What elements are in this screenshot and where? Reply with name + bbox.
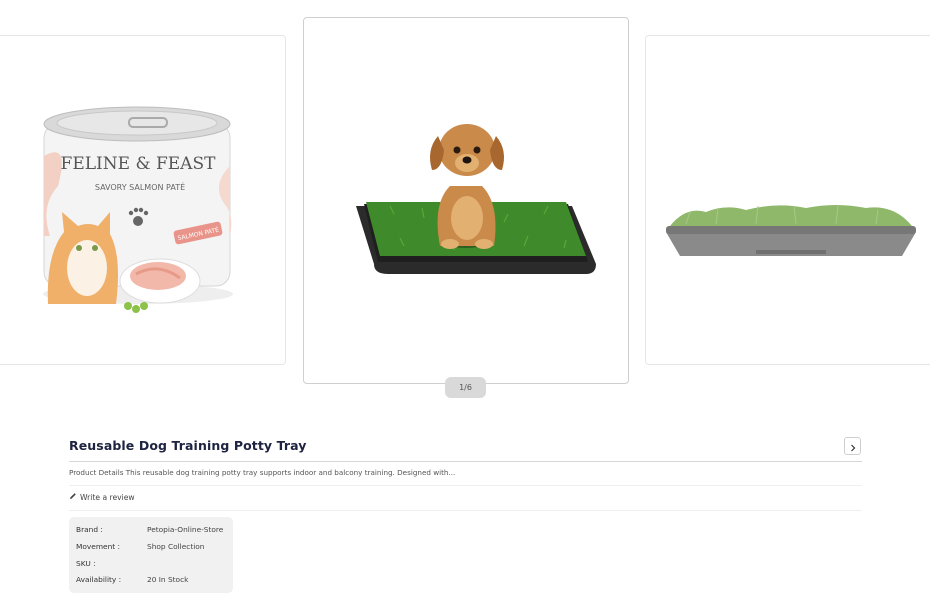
details-divider — [69, 485, 862, 486]
title-divider — [69, 461, 862, 462]
carousel-slide-grass-tray[interactable] — [645, 35, 930, 365]
can-brand-text: FELINE & FEAST — [61, 154, 217, 174]
review-divider — [69, 510, 862, 511]
grass-tray-side-image — [666, 205, 916, 256]
carousel-slide-potty-tray-puppy[interactable] — [303, 17, 629, 384]
write-review-link[interactable]: Write a review — [69, 492, 135, 502]
spec-value: 20 In Stock — [147, 575, 189, 584]
spec-value: Shop Collection — [147, 542, 205, 551]
carousel-pager-indicator: 1/6 — [445, 377, 486, 398]
spec-label: Availability : — [76, 575, 122, 584]
carousel-slide-cat-food[interactable]: FELINE & FEAST SAVORY SALMON PATÉ SALMON… — [0, 35, 286, 365]
potty-tray-puppy-image — [356, 124, 596, 274]
product-details-text: Product Details This reusable dog traini… — [69, 468, 456, 477]
product-image-carousel[interactable]: FELINE & FEAST SAVORY SALMON PATÉ SALMON… — [0, 0, 930, 400]
spec-label: Brand : — [76, 525, 103, 534]
next-product-button[interactable] — [844, 437, 861, 455]
can-subtitle-text: SAVORY SALMON PATÉ — [95, 181, 185, 192]
spec-label: SKU : — [76, 559, 96, 568]
pencil-icon — [69, 492, 77, 502]
product-title: Reusable Dog Training Potty Tray — [69, 438, 307, 453]
spec-label: Movement : — [76, 542, 120, 551]
spec-value: Petopia-Online-Store — [147, 525, 224, 534]
product-specs-box: Brand : Petopia-Online-Store Movement : … — [69, 517, 233, 593]
chevron-right-icon — [850, 437, 856, 456]
write-review-label: Write a review — [80, 492, 135, 502]
cat-food-can-image: FELINE & FEAST SAVORY SALMON PATÉ SALMON… — [43, 106, 233, 313]
